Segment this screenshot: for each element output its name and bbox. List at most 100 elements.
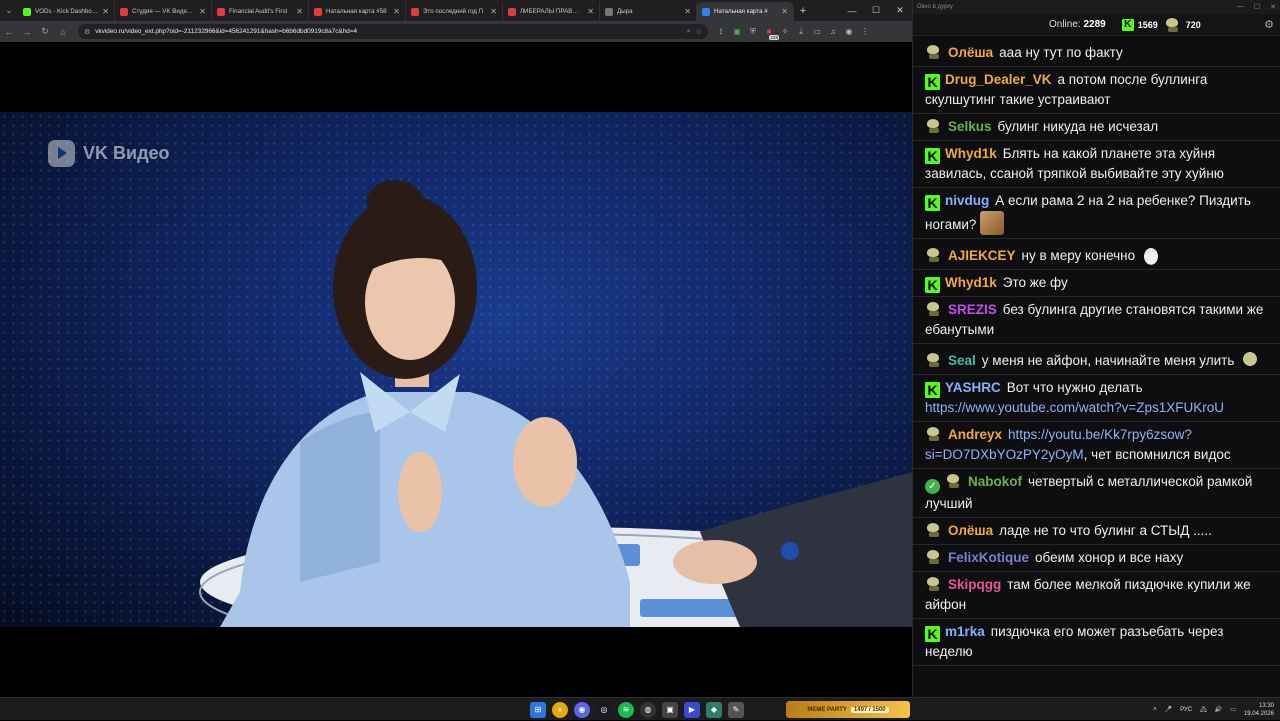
chat-message: Andreyx https://youtu.be/Kk7rpy6zsow?si=D… (913, 422, 1280, 469)
microphone-icon[interactable]: 🎤 (1165, 706, 1172, 713)
obs-icon[interactable]: ◍ (640, 701, 656, 718)
video-player[interactable]: VK Видео (0, 42, 912, 697)
tab-title: Financial Audit's First (229, 8, 288, 15)
zoom-icon[interactable]: ⌕ (687, 28, 691, 36)
tab-strip: VODs - Kick Dashboard ✕ Студия — VK Видео … (18, 0, 794, 21)
tab-close-icon[interactable]: ✕ (684, 7, 691, 16)
chat-maximize-icon[interactable]: ☐ (1254, 3, 1260, 11)
url-text[interactable]: vkvideo.ru/video_ext.php?oid=-211232966&… (95, 28, 682, 35)
kick-badge-icon: K (925, 277, 940, 293)
browser-tab[interactable]: Дыра ✕ (600, 2, 697, 21)
tab-close-icon[interactable]: ✕ (296, 7, 303, 16)
tab-close-icon[interactable]: ✕ (490, 7, 497, 16)
download-icon[interactable]: ⤓ (794, 25, 808, 39)
browser-tab[interactable]: VODs - Kick Dashboard ✕ (18, 2, 115, 21)
browser-tab[interactable]: ЛИБЕРАЛЫ ПРАВЫ В ✕ (503, 2, 600, 21)
chat-message-list[interactable]: Олёша ааа ну тут по факту K Drug_Dealer_VK а… (913, 40, 1280, 697)
browser-menu-icon[interactable]: ⋮ (858, 25, 872, 39)
chat-username[interactable]: Олёша (948, 523, 993, 538)
tab-close-icon[interactable]: ✕ (393, 7, 400, 16)
ext-counter-icon[interactable]: ■ 228 (762, 25, 779, 40)
chat-message: K YASHRC Вот что нужно делать https://www.… (913, 375, 1280, 422)
chat-username[interactable]: AJIEKCEY (948, 248, 1016, 263)
tab-favicon-icon (605, 7, 613, 16)
ext-tune-icon[interactable]: ⟟ (714, 25, 728, 39)
browser-tab[interactable]: Financial Audit's First ✕ (212, 2, 309, 21)
pepe-emote-icon (1238, 347, 1263, 371)
chat-username[interactable]: Whyd1k (945, 146, 997, 161)
chat-settings-gear-icon[interactable]: ⚙ (1264, 18, 1274, 31)
video-frame[interactable]: VK Видео (0, 112, 912, 627)
site-info-icon[interactable]: ⚙ (84, 28, 90, 36)
chat-username[interactable]: Skipqgg (948, 577, 1001, 592)
ext-green-icon[interactable]: ▣ (730, 25, 744, 39)
clock[interactable]: 13:30 19.04.2026 (1244, 702, 1274, 718)
chat-username[interactable]: Andreyx (948, 427, 1002, 442)
home-icon[interactable]: ⌂ (54, 21, 72, 42)
extensions-puzzle-icon[interactable]: ✧ (778, 25, 792, 39)
tab-close-icon[interactable]: ✕ (587, 7, 594, 16)
app-icon-6[interactable]: ▣ (662, 701, 678, 718)
vk-logo-text: VK Видео (83, 143, 170, 163)
tab-bar: ⌄ VODs - Kick Dashboard ✕ Студия — VK Виде… (0, 0, 912, 21)
chat-username[interactable]: SREZIS (948, 302, 997, 317)
spotify-icon[interactable]: ≋ (618, 701, 634, 718)
steam-icon[interactable]: ◎ (596, 701, 612, 718)
app-icon-9[interactable]: ✎ (728, 701, 744, 718)
bookmark-star-icon[interactable]: ☆ (696, 28, 702, 36)
chat-message: SREZIS без булинга другие становятся таки… (913, 297, 1280, 344)
volume-icon[interactable]: 🔊 (1215, 706, 1222, 713)
app-icon-8[interactable]: ◆ (706, 701, 722, 718)
chat-username[interactable]: Whyd1k (945, 275, 997, 290)
coat-shade (300, 412, 380, 582)
chat-text: ааа ну тут по факту (999, 45, 1123, 60)
new-tab-button[interactable]: + (794, 5, 812, 17)
browser-tab[interactable]: Натальная карта #58 ✕ (309, 2, 406, 21)
discord-icon[interactable]: ◉ (574, 701, 590, 718)
chat-username[interactable]: nivdug (945, 193, 989, 208)
profile-avatar-icon[interactable]: ◉ (842, 25, 856, 39)
split-view-icon[interactable]: ▭ (810, 25, 824, 39)
tab-favicon-icon (508, 7, 516, 16)
tab-search-icon[interactable]: ⌄ (0, 0, 18, 21)
meme-party-widget[interactable]: MEME PARTY 1497 / 1500 (786, 701, 910, 718)
close-window-icon[interactable]: ✕ (888, 0, 912, 21)
chat-username[interactable]: Selkus (948, 119, 992, 134)
tray-overflow-icon[interactable]: ˄ (1153, 707, 1157, 713)
chat-minimize-icon[interactable]: — (1237, 3, 1244, 11)
tab-close-icon[interactable]: ✕ (199, 7, 206, 16)
chat-close-icon[interactable]: ✕ (1270, 3, 1276, 11)
chat-link[interactable]: https://www.youtube.com/watch?v=Zps1XFUK… (925, 400, 1224, 415)
kick-badge-icon: K (925, 148, 940, 164)
forward-icon[interactable]: → (18, 21, 36, 42)
tab-favicon-icon (120, 7, 128, 16)
browser-tab[interactable]: Натальная карта # ✕ (697, 2, 794, 21)
chat-username[interactable]: YASHRC (945, 380, 1001, 395)
media-control-icon[interactable]: ♫ (826, 25, 840, 39)
chat-username[interactable]: Nabokof (968, 474, 1022, 489)
back-icon[interactable]: ← (0, 21, 18, 42)
kick-count: 1569 (1137, 19, 1158, 30)
minimize-icon[interactable]: — (840, 0, 864, 21)
ext-shield-icon[interactable]: ⛨ (746, 25, 760, 39)
reload-icon[interactable]: ↻ (36, 21, 54, 42)
chat-username[interactable]: Seal (948, 353, 976, 368)
browser-tab[interactable]: Студия — VK Видео Li ✕ (115, 2, 212, 21)
tab-close-icon[interactable]: ✕ (102, 7, 109, 16)
language-indicator[interactable]: РУС (1180, 707, 1192, 713)
chrome-icon[interactable]: ● (552, 701, 568, 718)
address-bar[interactable]: ⚙ vkvideo.ru/video_ext.php?oid=-21123296… (78, 24, 708, 39)
meme-party-progress: 1497 / 1500 (850, 706, 889, 713)
tab-close-icon[interactable]: ✕ (781, 7, 788, 16)
battery-icon[interactable]: ▭ (1230, 706, 1236, 713)
chat-username[interactable]: FelixKotique (948, 550, 1029, 565)
chat-text: ладе не то что булинг а СТЫД ..... (999, 523, 1212, 538)
network-icon[interactable]: 🖧 (1200, 705, 1207, 715)
chat-username[interactable]: Drug_Dealer_VK (945, 72, 1052, 87)
app-icon-7[interactable]: ▶ (684, 701, 700, 718)
browser-tab[interactable]: Это последний год П ✕ (406, 2, 503, 21)
maximize-icon[interactable]: ☐ (864, 0, 888, 21)
chat-username[interactable]: Олёша (948, 45, 993, 60)
start-windows-icon[interactable]: ⊞ (530, 701, 546, 718)
chat-username[interactable]: m1rka (945, 624, 985, 639)
